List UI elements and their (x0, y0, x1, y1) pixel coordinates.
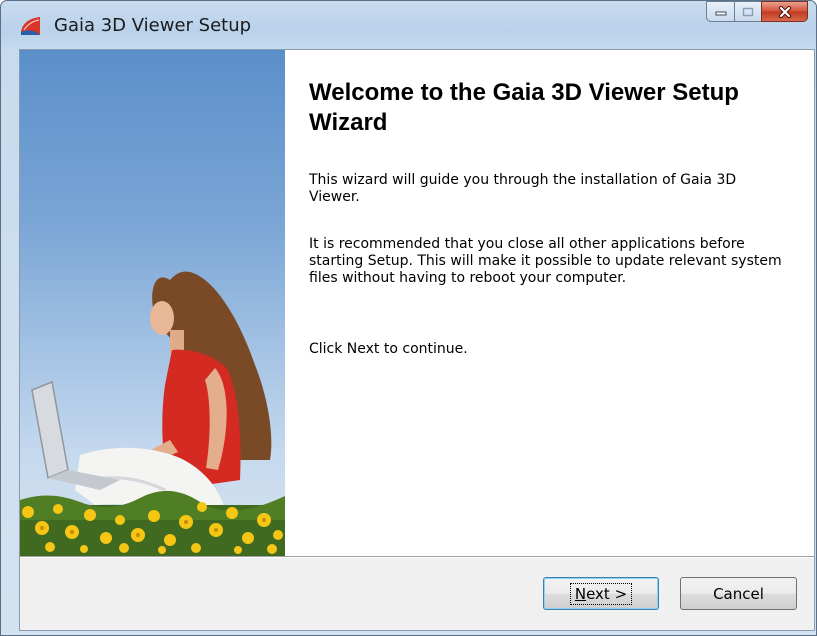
wizard-content-panel: Welcome to the Gaia 3D Viewer Setup Wiza… (285, 50, 814, 556)
title-bar[interactable]: Gaia 3D Viewer Setup (1, 1, 816, 49)
next-button[interactable]: Next > (543, 577, 659, 610)
intro-paragraph: This wizard will guide you through the i… (309, 172, 737, 205)
next-button-label: Next > (569, 582, 633, 605)
cancel-button[interactable]: Cancel (680, 577, 797, 610)
minimize-icon (715, 11, 726, 15)
next-mnemonic: N (574, 584, 587, 603)
maximize-button[interactable] (734, 1, 761, 22)
maximize-icon (742, 7, 754, 16)
minimize-button[interactable] (706, 1, 734, 22)
next-label-rest: ext > (586, 584, 628, 603)
wizard-client-area: Welcome to the Gaia 3D Viewer Setup Wiza… (19, 49, 815, 631)
close-icon (778, 5, 791, 18)
installer-window: Gaia 3D Viewer Setup Welcome to the Gaia… (0, 0, 817, 636)
welcome-banner-image (20, 50, 285, 556)
installer-icon (21, 17, 40, 35)
banner-illustration (20, 271, 285, 556)
recommendation-paragraph: It is recommended that you close all oth… (309, 236, 782, 286)
caption-buttons (706, 1, 808, 22)
continue-instruction: Click Next to continue. (309, 341, 468, 357)
close-button[interactable] (761, 1, 808, 22)
window-title: Gaia 3D Viewer Setup (54, 15, 252, 36)
footer-separator (20, 556, 814, 558)
wizard-heading: Welcome to the Gaia 3D Viewer Setup Wiza… (309, 79, 739, 136)
